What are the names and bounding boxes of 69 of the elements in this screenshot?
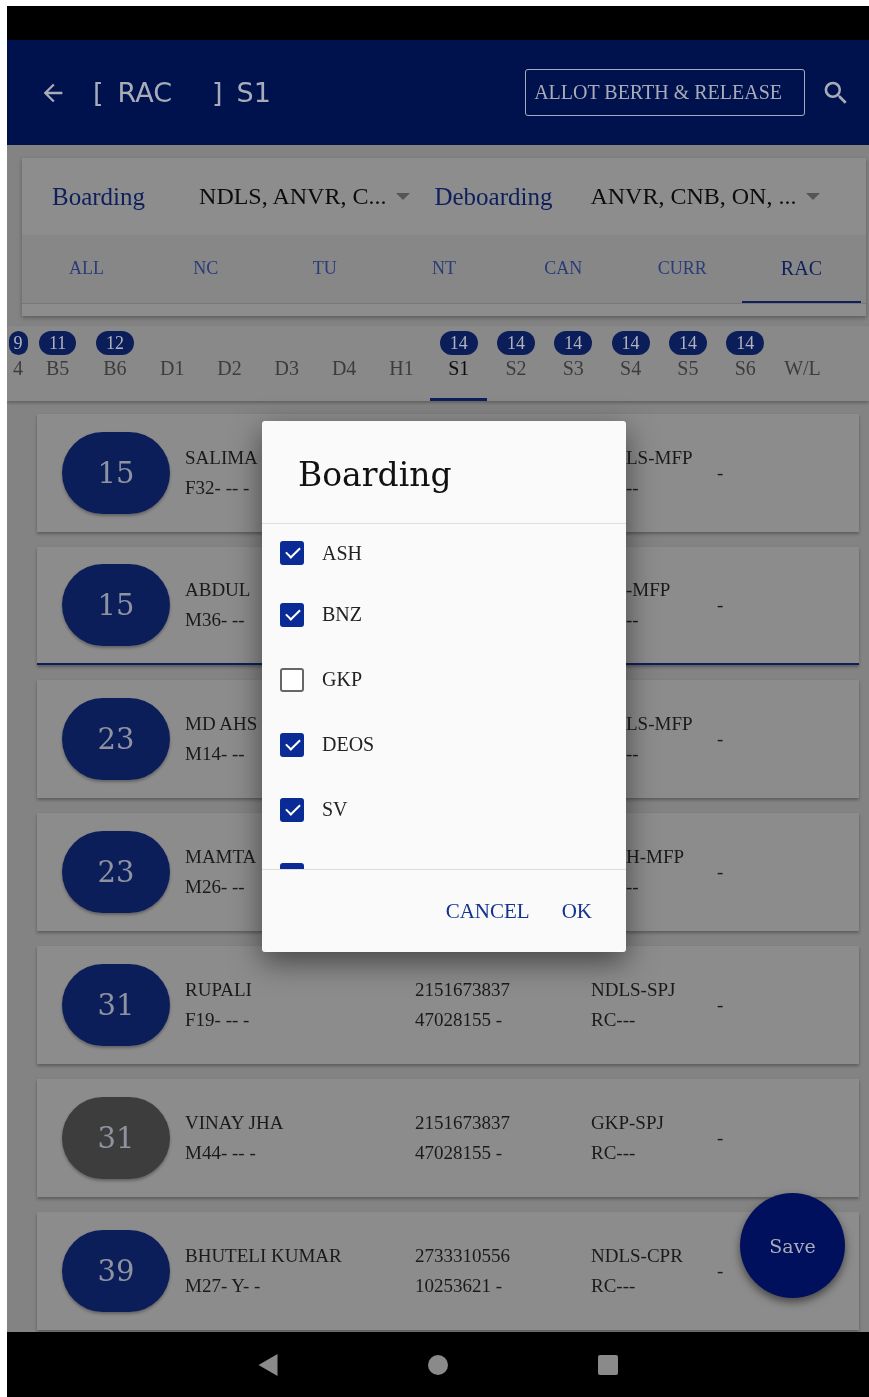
passenger-details: M14- -- xyxy=(185,742,245,766)
count-badge: 14 xyxy=(497,331,535,355)
bracket-text: ] xyxy=(212,77,223,108)
pnr-number: 2151673837 xyxy=(415,978,510,1002)
berth-badge: 23 xyxy=(62,698,170,780)
bracket-text: [ xyxy=(93,77,104,108)
passenger-name: ABDUL xyxy=(185,578,251,602)
count-badge: 14 xyxy=(554,331,593,355)
boarding-label: Boarding xyxy=(52,182,146,211)
berth-badge: 23 xyxy=(62,831,170,913)
passenger-name: RUPALI xyxy=(185,978,252,1002)
option-label: BNZ xyxy=(322,603,362,626)
ticket-number: 10253621 - xyxy=(415,1274,503,1298)
journey-route: NDLS-SPJ xyxy=(591,978,676,1002)
option-label: GKP xyxy=(322,668,362,691)
pnr-number: 2151673837 xyxy=(415,1111,510,1135)
option-label: DEOS xyxy=(322,733,375,756)
deboarding-label: Deboarding xyxy=(434,182,553,211)
remark-text: - xyxy=(717,461,724,485)
journey-route: LS-MFP xyxy=(626,446,693,470)
booking-status: RC--- xyxy=(591,1274,636,1298)
passenger-details: F19- -- - xyxy=(185,1008,250,1032)
passenger-details: M26- -- xyxy=(185,875,245,899)
journey-route: NDLS-CPR xyxy=(591,1244,683,1268)
count-badge: 14 xyxy=(726,331,765,355)
booking-status: RC--- xyxy=(591,1141,636,1165)
quota-title: RAC xyxy=(117,77,173,108)
booking-status: RC--- xyxy=(591,1008,636,1032)
count-badge: 11 xyxy=(38,331,77,355)
ticket-number: 47028155 - xyxy=(415,1008,503,1032)
passenger-name: MAMTA xyxy=(185,845,257,869)
passenger-details: M44- -- - xyxy=(185,1141,256,1165)
count-badge: 14 xyxy=(439,331,478,355)
remark-text: - xyxy=(717,727,724,751)
coach-title: S1 xyxy=(236,77,271,108)
booking-status: -- xyxy=(626,608,639,632)
journey-route: H-MFP xyxy=(626,845,685,869)
remark-text: - xyxy=(717,1126,724,1150)
passenger-name: MD AHS xyxy=(185,712,258,736)
journey-route: -MFP xyxy=(626,578,671,602)
passenger-name: SALIMA xyxy=(185,446,258,470)
passenger-name: VINAY JHA xyxy=(185,1111,284,1135)
count-badge: 14 xyxy=(611,331,650,355)
remark-text: - xyxy=(717,860,724,884)
journey-route: LS-MFP xyxy=(626,712,693,736)
option-label: ASH xyxy=(322,541,362,565)
booking-status: -- xyxy=(626,875,639,899)
pnr-number: 2733310556 xyxy=(415,1244,510,1268)
passenger-details: M36- -- xyxy=(185,608,245,632)
dialog-title: Boarding xyxy=(262,421,626,524)
ticket-number: 47028155 - xyxy=(415,1141,503,1165)
berth-badge: 31 xyxy=(62,964,170,1046)
booking-status: -- xyxy=(626,742,639,766)
berth-badge: 15 xyxy=(62,432,170,514)
passenger-details: M27- Y- - xyxy=(185,1274,261,1298)
berth-badge: 15 xyxy=(62,564,170,646)
berth-badge: 31 xyxy=(62,1097,170,1179)
count-badge: 12 xyxy=(95,331,134,355)
count-badge: 14 xyxy=(668,331,707,355)
count-badge: 9 xyxy=(8,331,28,355)
berth-badge: 39 xyxy=(62,1230,170,1312)
remark-text: - xyxy=(717,593,724,617)
passenger-details: F32- -- - xyxy=(185,476,250,500)
passenger-name: BHUTELI KUMAR xyxy=(185,1244,342,1268)
remark-text: - xyxy=(717,1259,724,1283)
remark-text: - xyxy=(717,993,724,1017)
option-label: SV xyxy=(322,798,348,821)
booking-status: -- xyxy=(626,476,639,500)
journey-route: GKP-SPJ xyxy=(591,1111,664,1135)
